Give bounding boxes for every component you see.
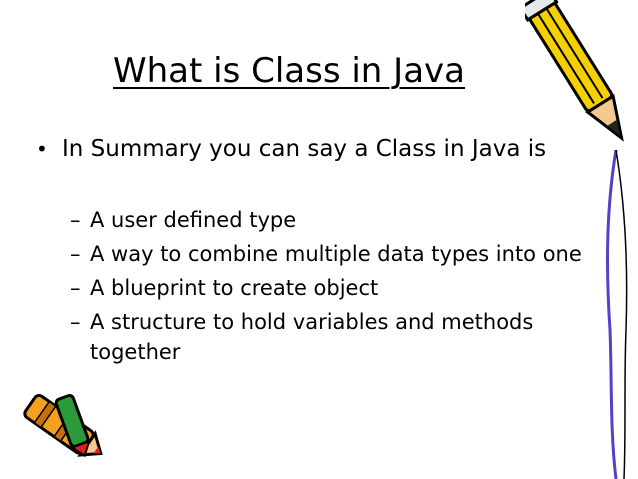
main-bullet-text: In Summary you can say a Class in Java i… <box>62 136 547 162</box>
sub-bullet-list: – A user defined type – A way to combine… <box>70 205 590 371</box>
sub-bullet-text: A way to combine multiple data types int… <box>90 242 582 266</box>
slide-title: What is Class in Java <box>113 51 465 91</box>
sub-bullet-marker: – <box>70 310 81 334</box>
slide: What is Class in Java • In Summary you c… <box>0 0 638 479</box>
pencil-icon <box>525 0 624 142</box>
sub-bullet-item: – A structure to hold variables and meth… <box>70 307 590 367</box>
sub-bullet-text: A blueprint to create object <box>90 276 379 300</box>
sub-bullet-item: – A way to combine multiple data types i… <box>70 239 590 269</box>
sub-bullet-marker: – <box>70 208 81 232</box>
page-curl-line <box>606 150 628 479</box>
sub-bullet-marker: – <box>70 242 81 266</box>
main-bullet: • In Summary you can say a Class in Java… <box>36 134 576 164</box>
sub-bullet-item: – A user defined type <box>70 205 590 235</box>
crayon-icon <box>23 393 103 458</box>
sub-bullet-text: A user defined type <box>90 208 297 232</box>
sub-bullet-marker: – <box>70 276 81 300</box>
bullet-marker: • <box>36 137 48 161</box>
sub-bullet-text: A structure to hold variables and method… <box>90 310 534 364</box>
sub-bullet-item: – A blueprint to create object <box>70 273 590 303</box>
